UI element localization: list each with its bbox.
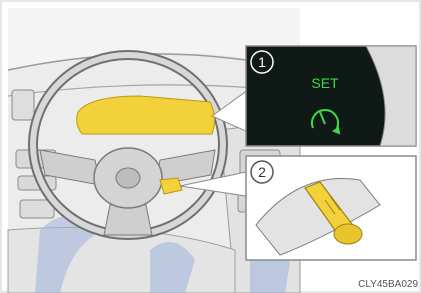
- diagram-illustration: 1 SET 2 CLY45BA029: [0, 0, 421, 293]
- instrument-cluster-highlight: [76, 95, 216, 135]
- callout-panel-2: 2: [245, 155, 417, 261]
- image-code: CLY45BA029: [358, 279, 418, 290]
- callout-number-1: 1: [258, 54, 266, 70]
- callout-panel-1: 1 SET: [245, 45, 417, 147]
- callout-number-2: 2: [258, 164, 266, 180]
- set-indicator-text: SET: [311, 75, 339, 91]
- cruise-control-diagram: 1 SET 2 CLY45BA029: [0, 0, 421, 293]
